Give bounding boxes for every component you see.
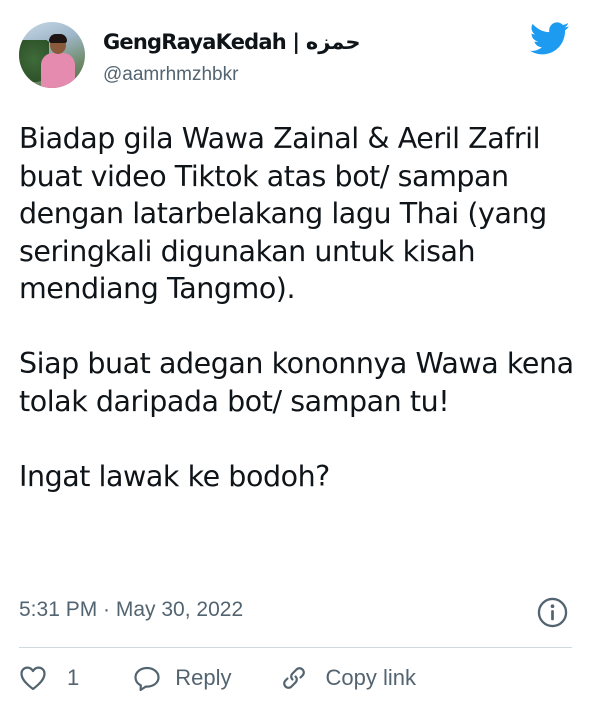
tweet-paragraph: Biadap gila Wawa Zainal & Aeril Zafril b… — [19, 122, 547, 305]
link-icon — [282, 667, 305, 689]
twitter-bird-icon[interactable] — [530, 22, 570, 56]
avatar-shirt — [41, 53, 75, 88]
like-count: 1 — [67, 665, 80, 690]
avatar[interactable] — [19, 22, 85, 88]
tweet-timestamp[interactable]: 5:31 PM · May 30, 2022 — [19, 598, 243, 622]
tweet-paragraph: Ingat lawak ke bodoh? — [19, 459, 330, 493]
copy-link-label: Copy link — [325, 665, 416, 690]
tweet-card: GengRayaKedah | حمزه @aamrhmzhbkr Biadap… — [0, 0, 590, 705]
speech-bubble-icon — [134, 666, 160, 691]
reply-button[interactable]: Reply — [133, 665, 232, 692]
heart-icon — [20, 666, 46, 691]
copy-link-button[interactable]: Copy link — [280, 664, 416, 692]
avatar-hair — [49, 34, 67, 43]
author-name-row[interactable]: GengRayaKedah | حمزه — [103, 30, 361, 54]
reply-label: Reply — [175, 665, 232, 690]
display-name[interactable]: GengRayaKedah | حمزه — [103, 30, 361, 54]
tweet-actions: 1 Reply Copy link — [19, 664, 416, 692]
tweet-paragraph: Siap buat adegan kononnya Wawa kena tola… — [19, 347, 574, 418]
info-icon[interactable] — [537, 597, 568, 628]
like-button[interactable]: 1 — [19, 665, 79, 691]
user-handle[interactable]: @aamrhmzhbkr — [103, 64, 238, 86]
tweet-text: Biadap gila Wawa Zainal & Aeril Zafril b… — [19, 120, 579, 495]
divider — [19, 647, 572, 648]
